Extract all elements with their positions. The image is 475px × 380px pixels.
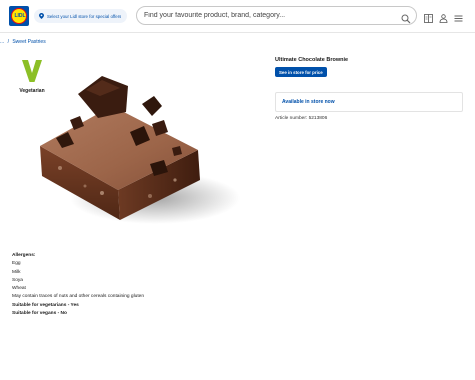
- user-icon[interactable]: [439, 10, 448, 28]
- leaflet-icon[interactable]: [424, 10, 433, 28]
- product-title: Ultimate Chocolate Brownie: [275, 57, 349, 63]
- allergens-section: Allergens: Egg Milk Soya Wheat May conta…: [12, 252, 144, 318]
- allergen-item: Egg: [12, 261, 21, 267]
- search-bar: [136, 6, 417, 25]
- breadcrumb: ... / Sweet Pastries: [0, 39, 48, 45]
- store-selector-label: Select your Lidl store for special offer…: [47, 13, 122, 19]
- product-image: [40, 76, 240, 224]
- logo-text: LIDL: [14, 13, 26, 19]
- store-selector-button[interactable]: Select your Lidl store for special offer…: [34, 9, 127, 23]
- menu-icon[interactable]: [454, 10, 463, 28]
- vegetarian-suitability: Suitable for vegetarians - Yes: [12, 302, 79, 308]
- trace-note: May contain traces of nuts and other cer…: [12, 294, 144, 300]
- allergen-item: Milk: [12, 269, 21, 275]
- search-input[interactable]: [144, 12, 394, 19]
- location-pin-icon: [39, 13, 44, 19]
- breadcrumb-current[interactable]: Sweet Pastries: [12, 39, 45, 45]
- availability-text: Available in store now: [282, 99, 335, 105]
- allergen-item: Wheat: [12, 286, 26, 292]
- see-price-button[interactable]: See in store for price: [275, 67, 327, 77]
- lidl-logo[interactable]: LIDL: [9, 6, 29, 26]
- logo-circle: LIDL: [11, 8, 27, 24]
- allergens-heading: Allergens:: [12, 253, 36, 258]
- allergen-item: Soya: [12, 277, 23, 283]
- vegan-suitability: Suitable for vegans - No: [12, 311, 67, 317]
- search-icon[interactable]: [401, 11, 411, 29]
- breadcrumb-separator: /: [7, 39, 9, 45]
- availability-box: Available in store now: [275, 92, 463, 112]
- breadcrumb-ellipsis[interactable]: ...: [0, 39, 4, 45]
- site-header: LIDL Select your Lidl store for special …: [0, 0, 475, 33]
- article-number: Article number: 5213806: [275, 116, 328, 121]
